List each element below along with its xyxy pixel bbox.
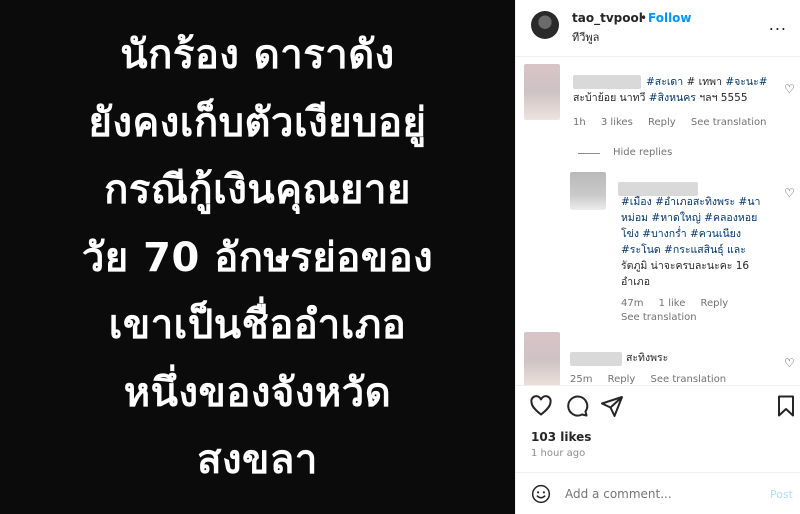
comment-text: สะบ้าย้อย นาทวี #สิงหนคร ฯลฯ 5555 (573, 91, 748, 106)
post-image-text-line: กรณีกู้เงินคุณยาย (104, 167, 411, 213)
comment-text: สะทิงพระ (626, 352, 669, 364)
share-paper-plane-icon[interactable] (600, 394, 624, 418)
comment-time[interactable]: 1h (573, 117, 586, 128)
post-action-bar (516, 385, 800, 425)
comment-likes-count[interactable]: 1 like (659, 298, 686, 309)
comments-list[interactable]: #สะเดา # เทพา #จะนะ# สะบ้าย้อย นาทวี #สิ… (516, 58, 800, 385)
comment-text-part: # เทพา (686, 76, 722, 88)
see-translation-button[interactable]: See translation (651, 374, 727, 385)
comment-likes-count[interactable]: 3 likes (601, 117, 633, 128)
comment-time[interactable]: 47m (621, 298, 643, 309)
comment-meta: 25m Reply See translation (570, 374, 738, 385)
post-image-text-line: ยังคงเก็บตัวเงียบอยู่ (88, 99, 427, 146)
reply-button[interactable]: Reply (648, 117, 676, 128)
add-comment-bar: Post (516, 472, 800, 514)
emoji-icon[interactable] (531, 484, 551, 504)
hashtag-link[interactable]: #ระโนด #กระแสสินธุ์ และ (621, 244, 746, 256)
separator-dot: • (640, 11, 648, 25)
like-reply-heart-icon[interactable]: ♡ (784, 186, 795, 200)
comment-meta: 1h 3 likes Reply See translation (573, 117, 778, 128)
likes-count[interactable]: 103 likes (531, 430, 591, 444)
post-side-panel: tao_tvpool • Follow ทีวีพูล ... #สะเดา #… (515, 0, 800, 514)
reply-meta: 47m 1 like Reply (621, 298, 740, 309)
reply-text-line: #ระโนด #กระแสสินธุ์ และ (621, 243, 746, 258)
post-image-text-line: วัย 70 อักษรย่อของ (81, 234, 434, 281)
post-image-text-line: หนึ่งของจังหวัด (123, 369, 392, 416)
reply-text-line: อำเภอ (621, 276, 651, 288)
like-heart-icon[interactable] (529, 394, 553, 418)
like-comment-heart-icon[interactable]: ♡ (784, 356, 795, 370)
hashtag-link[interactable]: #สะเดา (646, 76, 683, 88)
comment-bubble-icon[interactable] (565, 394, 589, 418)
post-header: tao_tvpool • Follow ทีวีพูล ... (516, 0, 800, 57)
blurred-username[interactable] (570, 352, 622, 366)
hashtag-link[interactable]: โข่ง #บางกร่ำ #ควนเนียง (621, 228, 741, 240)
comment-text-part: ฯลฯ 5555 (695, 92, 748, 104)
reply-button[interactable]: Reply (701, 298, 729, 309)
reply-text-line: โข่ง #บางกร่ำ #ควนเนียง (621, 227, 741, 242)
location-link[interactable]: ทีวีพูล (572, 28, 599, 46)
commenter-avatar[interactable] (524, 64, 560, 120)
blurred-username[interactable] (618, 182, 698, 196)
hashtag-link[interactable]: #เมือง #อำเภอสะทิงพระ #นา (621, 196, 760, 208)
hide-replies-button[interactable]: Hide replies (613, 147, 672, 158)
reply-text-line: หม่อม #หาดใหญ่ #คลองหอย (621, 211, 757, 226)
hide-replies-divider (578, 153, 600, 154)
save-bookmark-icon[interactable] (774, 394, 798, 418)
comment-text: #สะเดา # เทพา #จะนะ# (646, 75, 768, 90)
avatar[interactable] (531, 11, 559, 39)
comment-text-part: สะบ้าย้อย นาทวี (573, 92, 649, 104)
post-image-text-line: สงขลา (197, 437, 318, 483)
reply-text-line: รัตภูมิ น่าจะครบละนะคะ 16 (621, 260, 750, 272)
hashtag-link[interactable]: #สิงหนคร (649, 92, 696, 104)
post-image[interactable]: นักร้อง ดาราดัง ยังคงเก็บตัวเงียบอยู่ กร… (0, 0, 515, 514)
hashtag-link[interactable]: หม่อม #หาดใหญ่ #คลองหอย (621, 212, 757, 224)
hashtag-link[interactable]: #จะนะ# (725, 76, 767, 88)
post-image-text-line: นักร้อง ดาราดัง (120, 32, 395, 78)
like-comment-heart-icon[interactable]: ♡ (784, 82, 795, 96)
follow-button[interactable]: Follow (648, 11, 692, 25)
replier-avatar[interactable] (570, 172, 606, 210)
username-link[interactable]: tao_tvpool (572, 11, 643, 25)
commenter-avatar[interactable] (524, 332, 560, 385)
see-translation-button[interactable]: See translation (691, 117, 767, 128)
blurred-username[interactable] (573, 75, 641, 89)
post-comment-button[interactable]: Post (770, 488, 793, 501)
reply-text-line: #เมือง #อำเภอสะทิงพระ #นา (621, 195, 760, 210)
add-comment-input[interactable] (565, 487, 745, 501)
reply-button[interactable]: Reply (608, 374, 636, 385)
comment-time[interactable]: 25m (570, 374, 592, 385)
see-translation-button[interactable]: See translation (621, 312, 697, 323)
more-options-icon[interactable]: ... (769, 15, 787, 34)
post-image-text-line: เขาเป็นชื่ออำเภอ (108, 302, 407, 348)
post-timestamp[interactable]: 1 hour ago (531, 448, 585, 459)
